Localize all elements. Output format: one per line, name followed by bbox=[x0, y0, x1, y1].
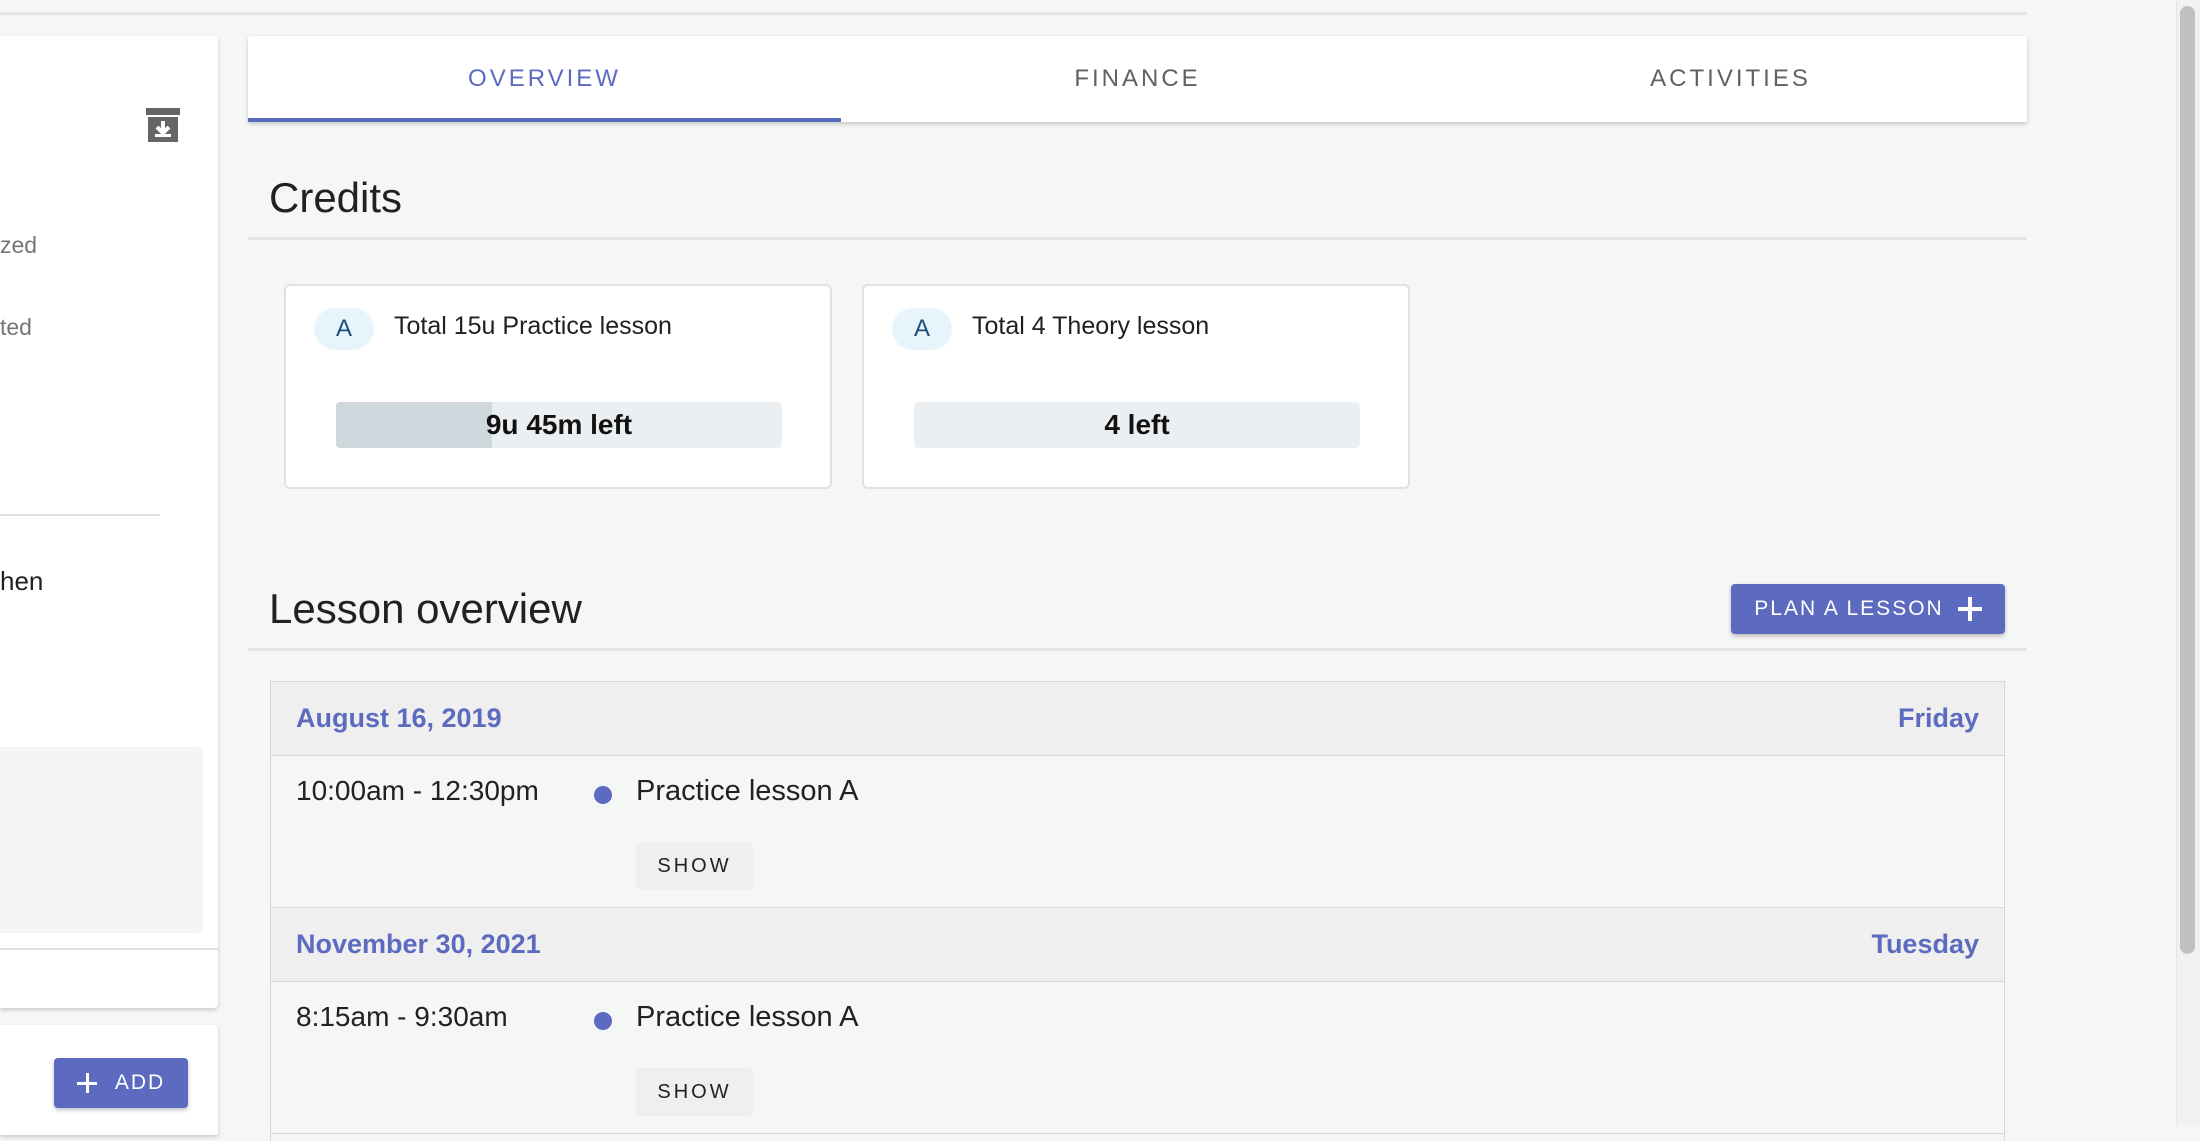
archive-icon[interactable] bbox=[146, 108, 180, 144]
left-panel-divider bbox=[0, 948, 218, 950]
tab-bar: OVERVIEW FINANCE ACTIVITIES bbox=[248, 36, 2027, 122]
day-weekday: Tuesday bbox=[1871, 929, 1979, 959]
top-divider bbox=[0, 12, 2027, 15]
add-button-label: ADD bbox=[114, 1071, 166, 1094]
show-button[interactable]: SHOW bbox=[636, 842, 753, 890]
plus-icon bbox=[1957, 597, 1982, 621]
left-panel-divider bbox=[0, 514, 160, 516]
day-date: November 30, 2021 bbox=[296, 929, 541, 959]
lesson-table: August 16, 2019 Friday 10:00am - 12:30pm… bbox=[270, 681, 2005, 1141]
left-panel-name-text: hen bbox=[0, 566, 44, 596]
credit-remaining-label: 4 left bbox=[1104, 409, 1170, 440]
lesson-status-dot bbox=[594, 1012, 612, 1030]
lesson-name: Practice lesson A bbox=[636, 775, 859, 807]
day-weekday: Friday bbox=[1897, 703, 1979, 733]
tab-overview[interactable]: OVERVIEW bbox=[248, 36, 841, 122]
left-panel-status-text: zed bbox=[0, 232, 38, 258]
credit-title: Total 4 Theory lesson bbox=[972, 312, 1210, 340]
plan-lesson-button-label: PLAN A LESSON bbox=[1754, 597, 1944, 620]
lesson-row: 8:15am - 9:30am Practice lesson A SHOW bbox=[271, 982, 2004, 1134]
lesson-time: 10:00am - 12:30pm bbox=[296, 775, 539, 806]
credit-title: Total 15u Practice lesson bbox=[394, 312, 672, 340]
plus-icon bbox=[76, 1073, 97, 1093]
lesson-name: Practice lesson A bbox=[636, 1001, 859, 1033]
credit-remaining-label: 9u 45m left bbox=[485, 409, 633, 440]
credit-progress-bar: 4 left bbox=[914, 402, 1360, 448]
add-button[interactable]: ADD bbox=[54, 1058, 188, 1108]
lesson-overview-title: Lesson overview bbox=[269, 585, 582, 632]
tab-activities[interactable]: ACTIVITIES bbox=[1434, 36, 2027, 122]
lesson-time: 8:15am - 9:30am bbox=[296, 1001, 508, 1032]
lesson-overview-divider bbox=[248, 648, 2027, 651]
show-button[interactable]: SHOW bbox=[636, 1068, 753, 1116]
credits-divider bbox=[248, 237, 2027, 240]
avatar: A bbox=[314, 308, 374, 350]
day-date: August 16, 2019 bbox=[296, 703, 502, 733]
tab-finance[interactable]: FINANCE bbox=[841, 36, 1434, 122]
credits-title: Credits bbox=[269, 174, 403, 221]
left-panel: zed ted hen bbox=[0, 36, 218, 1008]
credit-card-theory: A Total 4 Theory lesson 4 left bbox=[862, 284, 1410, 489]
left-panel-info-box bbox=[0, 747, 203, 933]
credit-progress-bar: 9u 45m left bbox=[336, 402, 782, 448]
avatar: A bbox=[892, 308, 952, 350]
left-panel-status-text: ted bbox=[0, 314, 32, 340]
day-header: November 30, 2021 Tuesday bbox=[271, 908, 2004, 982]
day-header: August 16, 2019 Friday bbox=[271, 682, 2004, 756]
lesson-status-dot bbox=[594, 786, 612, 804]
scrollbar-thumb[interactable] bbox=[2180, 6, 2195, 954]
plan-lesson-button[interactable]: PLAN A LESSON bbox=[1731, 584, 2005, 634]
lesson-row: 10:00am - 12:30pm Practice lesson A SHOW bbox=[271, 756, 2004, 908]
credit-card-practice: A Total 15u Practice lesson 9u 45m left bbox=[284, 284, 832, 489]
